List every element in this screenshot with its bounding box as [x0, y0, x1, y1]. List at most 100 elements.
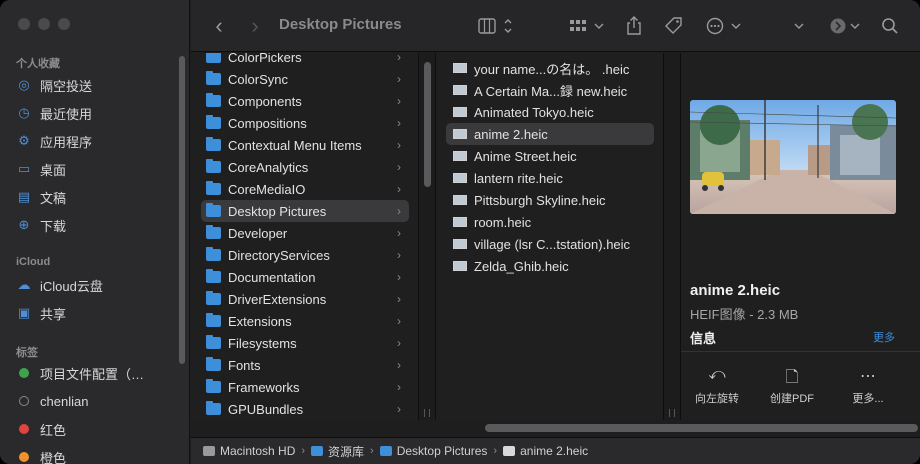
image-thumbnail[interactable]: [690, 100, 896, 214]
sidebar-tag[interactable]: 红色: [16, 418, 66, 440]
folder-row[interactable]: DriverExtensions ›: [201, 288, 409, 310]
file-row[interactable]: room.heic: [446, 211, 654, 233]
rotate-left-icon: ⤺: [708, 366, 726, 383]
file-row[interactable]: Pittsburgh Skyline.heic: [446, 189, 654, 211]
forward-button[interactable]: ›: [245, 13, 265, 38]
preview-action-button[interactable]: ⋯ 更多...: [838, 366, 898, 406]
path-item[interactable]: anime 2.heic: [503, 444, 588, 458]
search-button[interactable]: [879, 14, 901, 38]
tag-color-dot-icon: [16, 421, 32, 437]
folder-label: Desktop Pictures: [228, 203, 327, 219]
sidebar-tag[interactable]: 橙色: [16, 446, 66, 464]
folder-row[interactable]: Contextual Menu Items ›: [201, 134, 409, 156]
share-button[interactable]: [623, 14, 645, 38]
file-row[interactable]: your name...の名は。 .heic: [446, 57, 654, 79]
sidebar-item[interactable]: ◷ 最近使用: [16, 102, 92, 124]
file-row[interactable]: anime 2.heic: [446, 123, 654, 145]
preview-filename: anime 2.heic: [690, 282, 781, 299]
window-title: Desktop Pictures: [279, 16, 402, 33]
sidebar-tag[interactable]: 项目文件配置（…: [16, 362, 144, 384]
view-mode-button[interactable]: [475, 14, 519, 38]
sidebar-item-label: 下载: [40, 218, 67, 234]
sidebar-item[interactable]: ⚙ 应用程序: [16, 130, 92, 152]
sidebar-item[interactable]: ▤ 文稿: [16, 186, 66, 208]
path-item[interactable]: Macintosh HD: [203, 444, 295, 458]
more-toolbar-chevron[interactable]: [791, 14, 807, 38]
path-item[interactable]: 资源库: [311, 443, 364, 460]
minimize-window-button[interactable]: [38, 18, 50, 30]
sidebar-scrollbar[interactable]: [179, 56, 185, 364]
folder-icon: [206, 357, 221, 371]
folder-row[interactable]: CoreMediaIO ›: [201, 178, 409, 200]
horizontal-scrollbar[interactable]: [485, 424, 918, 432]
info-label: 信息: [690, 331, 717, 346]
folder-row[interactable]: Frameworks ›: [201, 376, 409, 398]
preview-action-button[interactable]: 🗋 创建PDF: [762, 366, 822, 406]
folder-row[interactable]: Documentation ›: [201, 266, 409, 288]
folder-row[interactable]: CoreAnalytics ›: [201, 156, 409, 178]
extension-button[interactable]: [829, 14, 863, 38]
chevron-right-icon: ›: [397, 94, 401, 108]
image-file-icon: [453, 85, 467, 95]
sidebar-item-label: 隔空投送: [40, 78, 93, 94]
file-row[interactable]: Animated Tokyo.heic: [446, 101, 654, 123]
clock-icon: ◷: [18, 105, 30, 120]
sidebar-item-label: 应用程序: [40, 134, 93, 150]
more-info-link[interactable]: 更多: [873, 329, 895, 345]
icloud-header: iCloud: [16, 256, 51, 268]
sidebar: 个人收藏 ◎ 隔空投送 ◷ 最近使用 ⚙ 应用程序 ▭ 桌面 ▤ 文稿 ⊕ 下载 iCloud ☁ iC…: [0, 0, 190, 464]
tag-button[interactable]: [663, 14, 685, 38]
sidebar-item[interactable]: ⊕ 下载: [16, 214, 66, 236]
file-label: anime 2.heic: [474, 126, 548, 142]
folder-row[interactable]: Components ›: [201, 90, 409, 112]
column-resize-handle[interactable]: [424, 409, 430, 417]
airdrop-icon: ◎: [18, 77, 30, 92]
sidebar-item[interactable]: ◎ 隔空投送: [16, 74, 92, 96]
file-label: Zelda_Ghib.heic: [474, 258, 569, 274]
folder-row[interactable]: Fonts ›: [201, 354, 409, 376]
folder-label: Developer: [228, 225, 288, 241]
sidebar-item[interactable]: ▣ 共享: [16, 302, 66, 324]
folder-row[interactable]: Developer ›: [201, 222, 409, 244]
sidebar-tag-label: 橙色: [40, 450, 67, 464]
folder-row[interactable]: ColorSync ›: [201, 68, 409, 90]
file-row[interactable]: lantern rite.heic: [446, 167, 654, 189]
folder-row[interactable]: Desktop Pictures ›: [201, 200, 409, 222]
folder-row[interactable]: DirectoryServices ›: [201, 244, 409, 266]
sidebar-item-label: 桌面: [40, 162, 67, 178]
sidebar-item[interactable]: ☁ iCloud云盘: [16, 274, 103, 296]
sidebar-tag[interactable]: chenlian: [16, 390, 88, 412]
column-resize-strip-2[interactable]: [664, 53, 681, 420]
path-item[interactable]: Desktop Pictures: [379, 444, 487, 458]
folder-label: Extensions: [228, 313, 292, 329]
file-row[interactable]: Zelda_Ghib.heic: [446, 255, 654, 277]
zoom-window-button[interactable]: [58, 18, 70, 30]
close-window-button[interactable]: [18, 18, 30, 30]
folder-icon: [206, 181, 221, 195]
file-row[interactable]: village (lsr C...tstation).heic: [446, 233, 654, 255]
ellipsis-circle-icon: [706, 17, 741, 35]
sidebar-tag-label: 项目文件配置（…: [40, 366, 145, 382]
image-file-icon: [453, 129, 467, 139]
folder-row[interactable]: Compositions ›: [201, 112, 409, 134]
action-menu-button[interactable]: [705, 14, 745, 38]
folder-row[interactable]: ColorPickers ›: [201, 53, 409, 68]
preview-action-button[interactable]: ⤺ 向左旋转: [687, 366, 747, 406]
preview-action-label: 更多...: [852, 393, 884, 405]
chevron-right-icon: ›: [397, 358, 401, 372]
folder-row[interactable]: Extensions ›: [201, 310, 409, 332]
chevron-right-icon: ›: [397, 314, 401, 328]
back-button[interactable]: ‹: [209, 13, 229, 38]
chevron-right-icon: ›: [397, 116, 401, 130]
file-row[interactable]: Anime Street.heic: [446, 145, 654, 167]
column-resize-handle-2[interactable]: [669, 409, 675, 417]
folder-column-scrollbar[interactable]: [424, 62, 431, 187]
file-icon: [503, 446, 516, 456]
file-row[interactable]: A Certain Ma...録 new.heic: [446, 79, 654, 101]
folder-row[interactable]: GPUBundles ›: [201, 398, 409, 420]
sidebar-item[interactable]: ▭ 桌面: [16, 158, 66, 180]
group-button[interactable]: [567, 14, 607, 38]
folder-row[interactable]: Filesystems ›: [201, 332, 409, 354]
image-file-icon: [453, 195, 467, 205]
path-bar: Macintosh HD › 资源库 › Desktop Pictures › anime …: [191, 437, 920, 464]
